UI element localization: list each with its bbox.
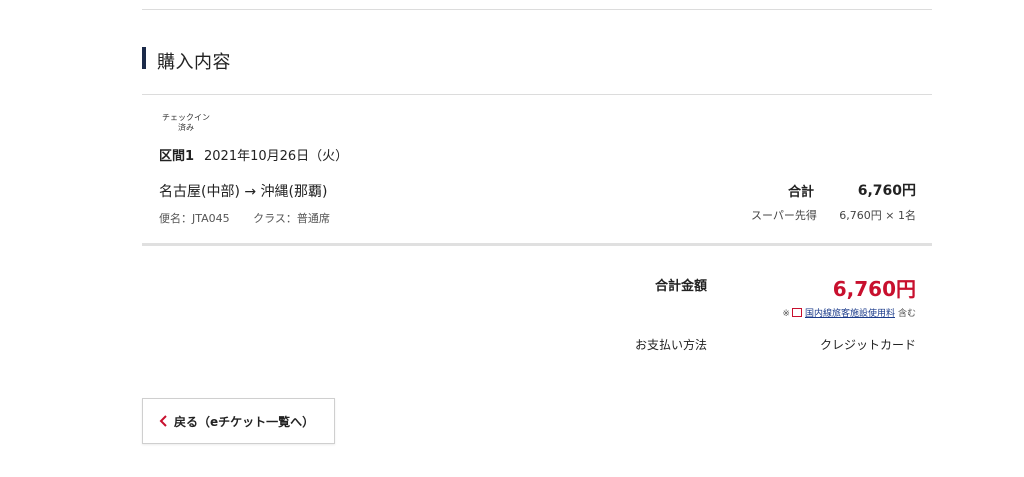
- segment-divider: [142, 243, 932, 246]
- fare-name: スーパー先得: [751, 209, 817, 222]
- fare-detail: 6,760円 × 1名: [839, 209, 916, 222]
- facility-fee-link[interactable]: 国内線旅客施設使用料: [805, 309, 895, 319]
- segment-label: 区間1: [159, 149, 195, 164]
- flight-number: 便名：JTA045: [159, 212, 230, 225]
- segment-subtotal-value: 6,760円: [857, 183, 916, 199]
- checkin-status-line1: チェックイン: [162, 113, 210, 122]
- back-to-eticket-list-button[interactable]: 戻る（eチケット一覧へ）: [142, 398, 335, 444]
- top-divider: [142, 9, 932, 10]
- segment-date: 2021年10月26日（火）: [204, 149, 349, 164]
- external-link-icon: [791, 308, 802, 317]
- payment-method-value: クレジットカード: [819, 338, 916, 352]
- chevron-left-icon: [159, 415, 167, 427]
- checkin-status-line2: 済み: [178, 123, 194, 132]
- flight-info: 便名：JTA045 クラス：普通席: [159, 210, 350, 226]
- segment-subtotal-label: 合計: [788, 185, 815, 200]
- payment-method-label: お支払い方法: [635, 338, 708, 352]
- back-button-label: 戻る（eチケット一覧へ）: [174, 414, 315, 429]
- note-prefix: ※: [782, 309, 790, 319]
- section-title: 購入内容: [157, 52, 231, 73]
- seat-class: クラス：普通席: [253, 212, 330, 225]
- fee-note: ※ 国内線旅客施設使用料 含む: [782, 306, 916, 319]
- section-accent-bar: [142, 47, 146, 69]
- total-label: 合計金額: [655, 279, 708, 294]
- checkin-status-badge: チェックイン 済み: [160, 113, 212, 133]
- section-divider: [142, 94, 932, 95]
- total-value: 6,760円: [832, 277, 916, 301]
- route: 名古屋(中部) → 沖縄(那覇): [159, 184, 328, 200]
- note-suffix: 含む: [897, 309, 916, 319]
